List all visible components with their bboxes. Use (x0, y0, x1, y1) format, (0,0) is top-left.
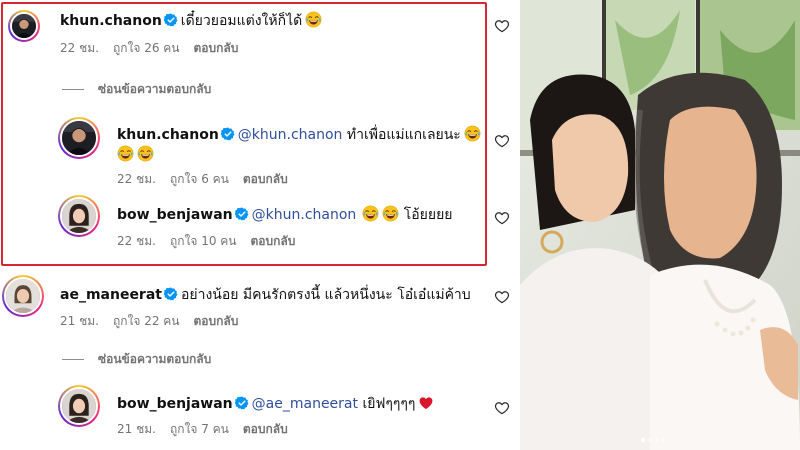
avatar-khun-chanon-icon (62, 121, 96, 155)
comment-meta: 21 ชม. ถูกใจ 22 คน ตอบกลับ (60, 314, 252, 328)
red-heart-emoji (418, 395, 434, 411)
hide-replies-label: ซ่อนข้อความตอบกลับ (98, 352, 212, 366)
like-count[interactable]: ถูกใจ 26 คน (113, 41, 180, 55)
verified-badge-icon (164, 287, 178, 301)
comments-panel: khun.chanon เดี๋ยวยอมแต่งให้ก็ได้ 22 ชม. ถ… (0, 0, 520, 450)
reply-text: โอ้ยยยย (403, 207, 453, 223)
reply-button[interactable]: ตอบกลับ (251, 234, 296, 248)
tears-of-joy-emoji (117, 145, 134, 162)
reply-line-wrap (117, 145, 154, 164)
reply-meta: 21 ชม. ถูกใจ 7 คน ตอบกลับ (117, 422, 302, 436)
timestamp: 22 ชม. (117, 172, 156, 186)
like-count[interactable]: ถูกใจ 7 คน (170, 422, 229, 436)
heart-outline-icon (494, 133, 510, 149)
comment-meta: 22 ชม. ถูกใจ 26 คน ตอบกลับ (60, 41, 252, 55)
reply-button[interactable]: ตอบกลับ (243, 172, 288, 186)
timestamp: 21 ชม. (117, 422, 156, 436)
comment-line: khun.chanon เดี๋ยวยอมแต่งให้ก็ได้ (60, 11, 322, 30)
like-count[interactable]: ถูกใจ 22 คน (113, 314, 180, 328)
reply-meta: 22 ชม. ถูกใจ 10 คน ตอบกลับ (117, 234, 309, 248)
reply-button[interactable]: ตอบกลับ (194, 314, 239, 328)
timestamp: 22 ชม. (117, 234, 156, 248)
reply-button[interactable]: ตอบกลับ (194, 41, 239, 55)
tears-of-joy-emoji (137, 145, 154, 162)
comment-line: ae_maneerat อย่างน้อย มีคนรักตรงนี้ แล้วห… (60, 286, 471, 304)
avatar[interactable] (58, 385, 100, 427)
reply-line: bow_benjawan @khun.chanon โอ้ยยยย (117, 205, 453, 224)
like-count[interactable]: ถูกใจ 10 คน (170, 234, 237, 248)
tears-of-joy-emoji (464, 125, 481, 142)
verified-badge-icon (221, 127, 235, 141)
verified-badge-icon (235, 396, 249, 410)
timestamp: 22 ชม. (60, 41, 99, 55)
reply-line: khun.chanon @khun.chanon ทำเพื่อแม่แกเลยน… (117, 125, 481, 144)
tears-of-joy-emoji (305, 11, 322, 28)
timestamp: 21 ชม. (60, 314, 99, 328)
reply-text: ทำเพื่อแม่แกเลยนะ (346, 127, 461, 143)
avatar-bow-benjawan-icon (62, 389, 96, 423)
avatar[interactable] (58, 195, 100, 237)
like-button[interactable] (494, 289, 510, 305)
verified-badge-icon (235, 207, 249, 221)
mention-link[interactable]: @khun.chanon (238, 127, 343, 143)
carousel-dot[interactable] (648, 438, 652, 442)
avatar-ae-maneerat-icon (6, 279, 40, 313)
username[interactable]: bow_benjawan (117, 396, 233, 412)
username[interactable]: bow_benjawan (117, 207, 233, 223)
divider (62, 89, 84, 90)
comment-text: อย่างน้อย มีคนรักตรงนี้ แล้วหนึ่งนะ โอ๋เ… (180, 287, 471, 303)
avatar[interactable] (8, 10, 40, 42)
carousel-dot[interactable] (641, 438, 645, 442)
mention-link[interactable]: @khun.chanon (252, 207, 357, 223)
heart-outline-icon (494, 289, 510, 305)
post-photo[interactable] (520, 0, 800, 450)
avatar[interactable] (2, 275, 44, 317)
carousel-dot[interactable] (655, 438, 659, 442)
like-button[interactable] (494, 210, 510, 226)
like-count[interactable]: ถูกใจ 6 คน (170, 172, 229, 186)
username[interactable]: ae_maneerat (60, 287, 162, 303)
post-image (520, 0, 800, 450)
hide-replies-button[interactable]: ซ่อนข้อความตอบกลับ (62, 350, 211, 369)
username[interactable]: khun.chanon (117, 127, 219, 143)
avatar-bow-benjawan-icon (62, 199, 96, 233)
like-button[interactable] (494, 18, 510, 34)
heart-outline-icon (494, 400, 510, 416)
tears-of-joy-emoji (362, 205, 379, 222)
like-button[interactable] (494, 400, 510, 416)
like-button[interactable] (494, 133, 510, 149)
verified-badge-icon (164, 13, 178, 27)
tears-of-joy-emoji (382, 205, 399, 222)
heart-outline-icon (494, 18, 510, 34)
avatar[interactable] (58, 117, 100, 159)
hide-replies-label: ซ่อนข้อความตอบกลับ (98, 82, 212, 96)
carousel-indicator[interactable] (641, 438, 666, 442)
heart-outline-icon (494, 210, 510, 226)
reply-meta: 22 ชม. ถูกใจ 6 คน ตอบกลับ (117, 172, 302, 186)
reply-text: เยิฟๆๆๆๆ (362, 396, 416, 412)
comment-text: เดี๋ยวยอมแต่งให้ก็ได้ (180, 13, 303, 29)
username[interactable]: khun.chanon (60, 13, 162, 29)
avatar-khun-chanon-icon (12, 14, 36, 38)
carousel-dot[interactable] (662, 438, 666, 442)
hide-replies-button[interactable]: ซ่อนข้อความตอบกลับ (62, 80, 211, 99)
mention-link[interactable]: @ae_maneerat (252, 396, 358, 412)
divider (62, 359, 84, 360)
reply-line: bow_benjawan @ae_maneerat เยิฟๆๆๆๆ (117, 395, 434, 413)
reply-button[interactable]: ตอบกลับ (243, 422, 288, 436)
